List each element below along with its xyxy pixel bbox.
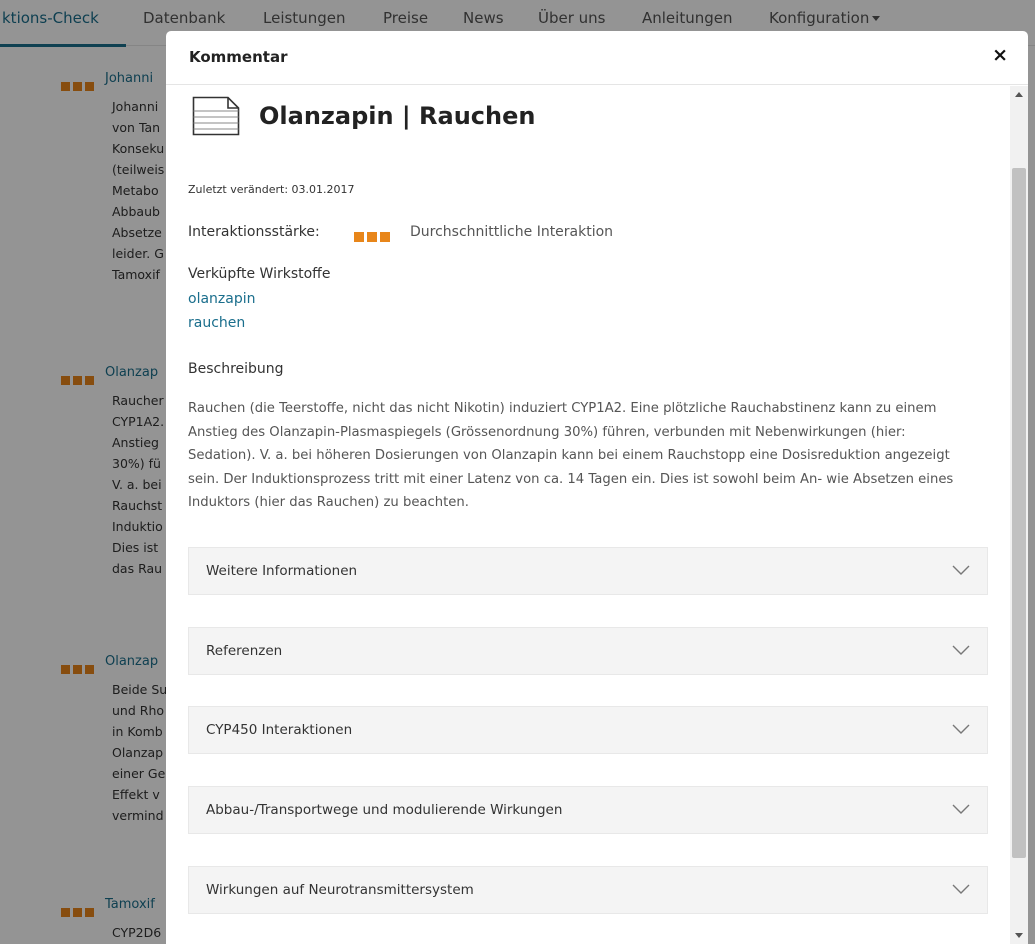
page-title: Olanzapin | Rauchen (259, 102, 536, 130)
accordion-referenzen[interactable]: Referenzen (188, 627, 988, 675)
modal-scrollbar[interactable] (1010, 86, 1028, 944)
linked-substance-olanzapin[interactable]: olanzapin (188, 291, 255, 307)
linked-substance-rauchen[interactable]: rauchen (188, 315, 245, 331)
accordion-label: Referenzen (206, 643, 283, 659)
scroll-down-arrow-icon[interactable] (1015, 933, 1023, 938)
accordion-neurotransmittersystem[interactable]: Wirkungen auf Neurotransmittersystem (188, 866, 988, 914)
modal-header: Kommentar × (166, 31, 1028, 85)
accordion-abbau-transportwege[interactable]: Abbau-/Transportwege und modulierende Wi… (188, 786, 988, 834)
linked-substances-label: Verküpfte Wirkstoffe (188, 266, 331, 282)
chevron-down-icon (952, 645, 970, 655)
modal-body[interactable]: Olanzapin | Rauchen Zuletzt verändert: 0… (166, 86, 1010, 944)
severity-indicator (354, 227, 393, 246)
chevron-down-icon (952, 804, 970, 814)
accordion-cyp450-interaktionen[interactable]: CYP450 Interaktionen (188, 706, 988, 754)
chevron-down-icon (952, 565, 970, 575)
accordion-label: Weitere Informationen (206, 563, 358, 579)
scrollbar-thumb[interactable] (1012, 168, 1026, 858)
close-icon[interactable]: × (992, 44, 1008, 66)
strength-label: Interaktionsstärke: (188, 224, 320, 240)
accordion-label: CYP450 Interaktionen (206, 722, 353, 738)
chevron-down-icon (952, 884, 970, 894)
scroll-up-arrow-icon[interactable] (1015, 92, 1023, 97)
modal-title: Kommentar (189, 48, 288, 66)
chevron-down-icon (952, 724, 970, 734)
accordion-label: Wirkungen auf Neurotransmittersystem (206, 882, 474, 898)
comment-modal: Kommentar × Olanzapin | Rauchen Zuletzt … (166, 31, 1028, 944)
accordion-label: Abbau-/Transportwege und modulierende Wi… (206, 802, 563, 818)
last-changed-date: Zuletzt verändert: 03.01.2017 (188, 183, 355, 196)
strength-value: Durchschnittliche Interaktion (410, 224, 614, 240)
description-label: Beschreibung (188, 361, 284, 377)
document-icon (192, 96, 240, 136)
description-text: Rauchen (die Teerstoffe, nicht das nicht… (188, 401, 954, 510)
accordion-weitere-informationen[interactable]: Weitere Informationen (188, 547, 988, 595)
